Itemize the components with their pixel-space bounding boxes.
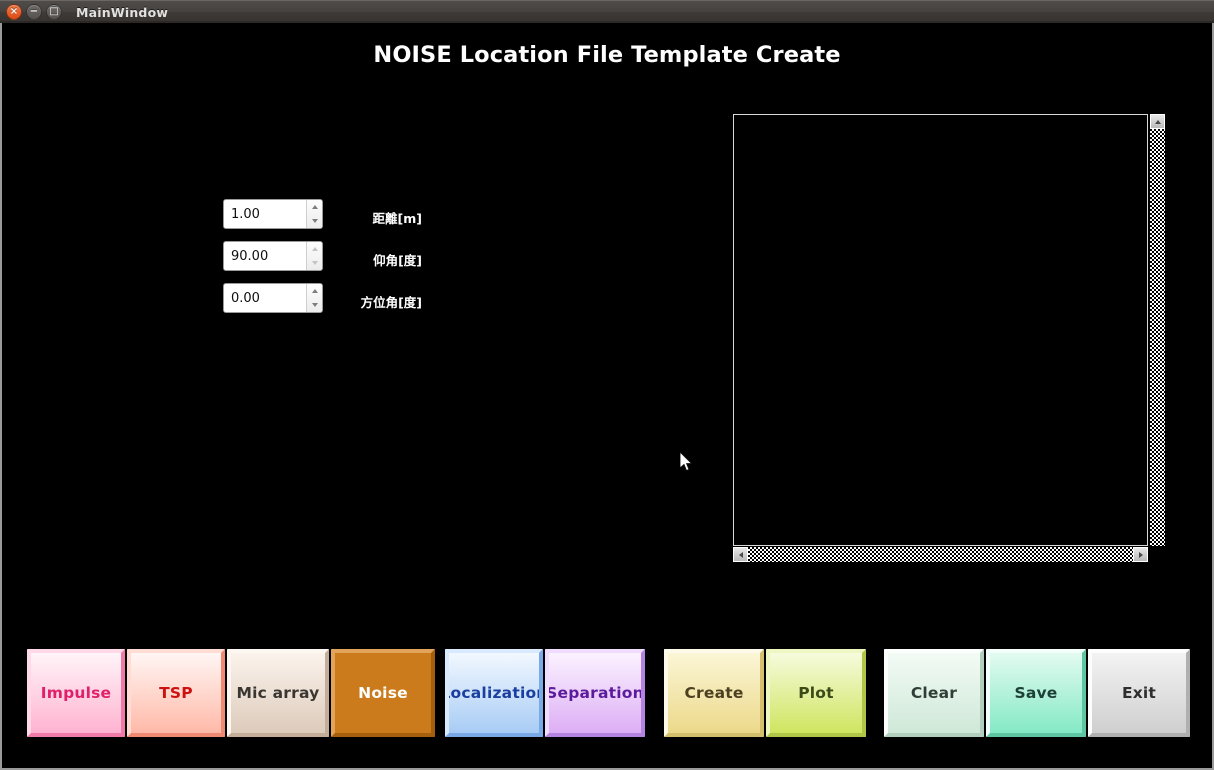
create-button-label: Create <box>684 684 744 702</box>
main-window: × − □ MainWindow NOISE Location File Tem… <box>0 0 1214 770</box>
save-button[interactable]: Save <box>986 649 1086 737</box>
clear-button[interactable]: Clear <box>884 649 984 737</box>
spinbox-down-icon[interactable] <box>307 214 322 228</box>
spinbox[interactable]: 90.00 <box>223 241 323 271</box>
spinbox-down-icon[interactable] <box>307 256 322 270</box>
scrollbar-corner <box>1149 546 1165 562</box>
vertical-scrollbar-trough[interactable] <box>1150 129 1165 547</box>
spinbox-buttons <box>306 200 322 228</box>
minimize-glyph: − <box>29 6 39 17</box>
scroll-left-icon[interactable] <box>733 547 748 562</box>
maximize-icon[interactable]: □ <box>46 4 62 20</box>
plot-button[interactable]: Plot <box>766 649 866 737</box>
save-button-label: Save <box>1014 684 1058 702</box>
maximize-glyph: □ <box>49 6 59 17</box>
localization-button-label: Localization <box>445 684 543 702</box>
create-button[interactable]: Create <box>664 649 764 737</box>
file-group: Clear Save Exit <box>884 649 1190 737</box>
separation-button[interactable]: Separation <box>545 649 645 737</box>
processing-group: Localization Separation <box>445 649 645 737</box>
spinbox[interactable]: 0.00 <box>223 283 323 313</box>
page-title: NOISE Location File Template Create <box>373 42 841 68</box>
spinbox-value[interactable]: 90.00 <box>224 242 306 270</box>
client-area: NOISE Location File Template Create 距離[m… <box>2 23 1212 768</box>
spinbox-up-icon[interactable] <box>307 242 322 256</box>
plot-canvas[interactable] <box>733 114 1148 546</box>
button-bar: Impulse TSP Mic array Noise Localization Sepa… <box>2 649 1212 737</box>
scroll-up-icon[interactable] <box>1150 114 1165 129</box>
mic-array-button-label: Mic array <box>236 684 320 702</box>
form-row: 距離[m] 1.00 <box>2 199 422 241</box>
spinbox-value[interactable]: 1.00 <box>224 200 306 228</box>
action-group: Create Plot <box>664 649 866 737</box>
form-row: 方位角[度] 0.00 <box>2 283 422 325</box>
mic-array-button[interactable]: Mic array <box>227 649 329 737</box>
noise-button-label: Noise <box>358 684 408 702</box>
spinbox-up-icon[interactable] <box>307 200 322 214</box>
noise-button[interactable]: Noise <box>331 649 435 737</box>
spinbox-down-icon[interactable] <box>307 298 322 312</box>
plot-button-label: Plot <box>798 684 834 702</box>
parameter-form: 距離[m] 1.00 仰角[度] 90.00 方位角[度] 0.00 <box>2 199 422 325</box>
spinbox-up-icon[interactable] <box>307 284 322 298</box>
close-icon[interactable]: × <box>6 4 22 20</box>
form-row: 仰角[度] 90.00 <box>2 241 422 283</box>
spinbox-buttons <box>306 284 322 312</box>
scroll-right-icon[interactable] <box>1133 547 1148 562</box>
signal-type-group: Impulse TSP Mic array Noise <box>27 649 435 737</box>
minimize-icon[interactable]: − <box>26 4 42 20</box>
impulse-button-label: Impulse <box>40 684 112 702</box>
localization-button[interactable]: Localization <box>445 649 543 737</box>
clear-button-label: Clear <box>910 684 958 702</box>
close-glyph: × <box>9 6 19 17</box>
horizontal-scrollbar[interactable] <box>733 546 1148 562</box>
window-controls: × − □ <box>6 4 62 20</box>
exit-button-label: Exit <box>1121 684 1157 702</box>
vertical-scrollbar[interactable] <box>1148 114 1165 562</box>
spinbox[interactable]: 1.00 <box>223 199 323 229</box>
separation-button-label: Separation <box>546 684 644 702</box>
title-bar[interactable]: × − □ MainWindow <box>0 0 1214 23</box>
spinbox-value[interactable]: 0.00 <box>224 284 306 312</box>
exit-button[interactable]: Exit <box>1088 649 1190 737</box>
tsp-button-label: TSP <box>159 684 193 702</box>
mouse-pointer <box>679 450 694 473</box>
horizontal-scrollbar-trough[interactable] <box>748 547 1133 562</box>
spinbox-buttons <box>306 242 322 270</box>
plot-panel <box>733 114 1165 562</box>
window-title: MainWindow <box>76 4 169 20</box>
tsp-button[interactable]: TSP <box>127 649 225 737</box>
impulse-button[interactable]: Impulse <box>27 649 125 737</box>
